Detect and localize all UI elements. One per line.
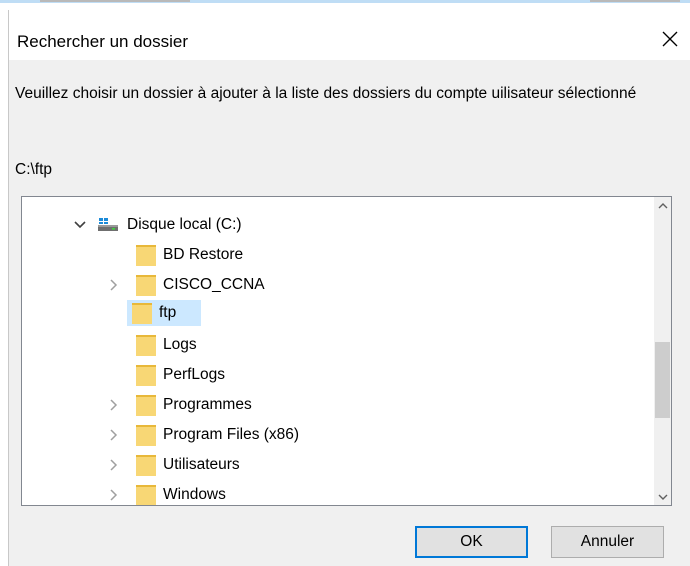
tree-item-label: PerfLogs (163, 366, 226, 383)
tree-item-drive[interactable]: Disque local (C:) (93, 212, 246, 238)
tree-item-label: Windows (163, 486, 226, 503)
dialog-title: Rechercher un dossier (17, 32, 189, 51)
close-button[interactable] (650, 22, 690, 56)
scroll-down-button[interactable] (654, 488, 671, 505)
tree-item-folder[interactable]: Logs (131, 332, 201, 358)
tree-item-folder[interactable]: Programmes (131, 392, 256, 418)
tree-item-folder[interactable]: Windows (131, 482, 230, 505)
tree-item-label: Disque local (C:) (127, 216, 242, 233)
tree-item-label: Utilisateurs (163, 456, 240, 473)
cancel-button[interactable]: Annuler (551, 526, 664, 558)
expand-chevron-icon[interactable] (107, 278, 121, 292)
tree-item-folder[interactable]: CISCO_CCNA (131, 272, 269, 298)
tree-item-folder-selected[interactable]: ftp (127, 300, 201, 326)
folder-icon (135, 363, 157, 387)
tree-item-label: ftp (159, 304, 177, 321)
tree-item-label: BD Restore (163, 246, 244, 263)
tree-item-label: Programmes (163, 396, 252, 413)
tree-item-folder[interactable]: PerfLogs (131, 362, 229, 388)
tree-item-folder[interactable]: BD Restore (131, 242, 247, 268)
ok-button[interactable]: OK (415, 526, 528, 558)
tree-item-folder[interactable]: Program Files (x86) (131, 422, 303, 448)
scrollbar-thumb[interactable] (655, 342, 670, 418)
background-window-edge (0, 0, 690, 10)
screen: Rechercher un dossier Veuillez choisir u… (0, 0, 690, 566)
expand-chevron-icon[interactable] (107, 488, 121, 502)
expand-chevron-icon[interactable] (107, 458, 121, 472)
tree-item-label: Logs (163, 336, 197, 353)
background-window-text (590, 0, 680, 8)
tree-item-folder[interactable]: Utilisateurs (131, 452, 244, 478)
expand-chevron-icon[interactable] (107, 398, 121, 412)
tree-item-label: Program Files (x86) (163, 426, 300, 443)
browse-folder-dialog: Rechercher un dossier Veuillez choisir u… (8, 10, 690, 566)
chevron-up-icon (658, 202, 667, 208)
background-window-text (40, 0, 190, 8)
instruction-text: Veuillez choisir un dossier à ajouter à … (15, 85, 637, 102)
title-bar: Rechercher un dossier (9, 10, 690, 60)
scroll-up-button[interactable] (654, 197, 671, 214)
folder-tree[interactable]: Disque local (C:) BD Restore CISCO_CCNA (21, 196, 672, 506)
folder-icon (135, 453, 157, 477)
folder-icon (131, 301, 153, 325)
drive-icon (97, 217, 119, 233)
expand-chevron-icon[interactable] (107, 428, 121, 442)
vertical-scrollbar[interactable] (654, 197, 671, 505)
folder-icon (135, 243, 157, 267)
folder-icon (135, 483, 157, 505)
close-icon (662, 31, 678, 47)
selected-path: C:\ftp (15, 161, 53, 178)
folder-icon (135, 393, 157, 417)
tree-item-label: CISCO_CCNA (163, 276, 265, 293)
collapse-chevron-icon[interactable] (73, 218, 87, 232)
folder-icon (135, 423, 157, 447)
chevron-down-icon (658, 494, 667, 500)
folder-icon (135, 333, 157, 357)
folder-icon (135, 273, 157, 297)
